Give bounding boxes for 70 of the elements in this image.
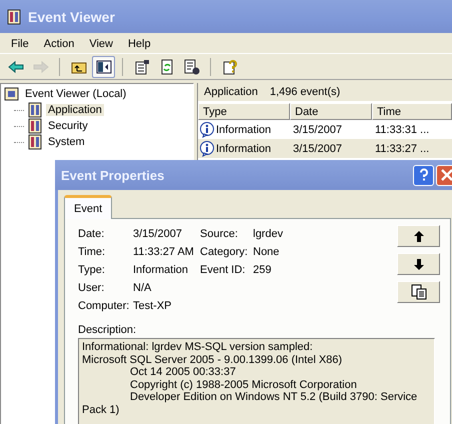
field-label: User: [78,282,106,294]
field-value: 3/15/2007 [133,228,183,240]
tab[interactable]: Event [64,195,112,219]
forward-arrow-icon [32,58,48,74]
next-button[interactable] [397,253,440,275]
menu-item[interactable]: View [81,38,120,50]
description-label: Description: [78,324,138,336]
table-cell-text: 3/15/2007 [292,142,343,154]
field-label: Source: [200,228,239,240]
menu-item[interactable]: File [3,38,36,50]
dialog-title: Event Properties [61,168,166,182]
copy-button[interactable] [397,281,440,303]
description-line: Microsoft SQL Server 2005 - 9.00.1399.06 (Intel X86) [82,354,344,366]
help-button[interactable] [413,164,434,186]
event-log-icon [27,118,43,134]
tree-item[interactable]: System [46,136,87,148]
table-cell: Information [216,124,272,136]
description-line: Oct 14 2005 00:33:37 [129,366,237,378]
field-label: Event ID: [200,264,246,276]
table-cell: Information [216,142,272,154]
copy-icon [410,284,426,300]
menu-item[interactable]: Help [120,38,158,50]
export-list-icon [184,58,200,74]
event-row[interactable]: Information 3/15/2007 11:33:31 ... [198,120,452,139]
up-arrow-icon [414,230,424,242]
column-header[interactable]: Time [372,103,452,120]
pane-toggle-icon [96,58,112,74]
description-box[interactable] [78,338,435,424]
column-header[interactable]: Type [198,103,290,120]
event-row[interactable]: Information 3/15/2007 11:33:27 ... [198,139,452,158]
field-value: N/A [133,282,152,294]
back-arrow-icon [8,58,24,74]
table-cell-text: 11:33:31 ... [374,124,430,136]
window-title: Event Viewer [28,8,115,24]
refresh-icon [158,58,174,74]
field-value: 259 [253,264,272,276]
description-line: Copyright (c) 1988-2005 Microsoft Corporation [129,378,358,391]
tree-item[interactable]: Event Viewer (Local) [23,88,128,100]
toolbar-button[interactable] [92,56,115,78]
properties-icon [134,58,150,74]
column-header[interactable]: Date [290,103,372,120]
event-log-icon [27,102,43,118]
previous-button[interactable] [397,225,440,247]
menu-item[interactable]: Action [36,38,82,50]
description-line: Developer Edition on Windows NT 5.2 (Build 3790: Service [129,391,418,404]
event-log-icon [27,134,43,150]
list-title: Application [204,86,258,98]
field-label: Type: [78,264,106,276]
description-line: Pack 1) [82,404,120,416]
field-label: Date: [78,228,106,240]
field-label: Computer: [78,300,130,312]
field-value: None [253,246,280,258]
field-value: Test-XP [133,300,173,312]
description-line: Informational: lgrdev MS-SQL version sampled: [82,341,314,354]
close-icon [440,168,452,182]
close-button[interactable] [436,164,452,186]
tree-item[interactable]: Security [46,120,90,132]
field-label: Category: [200,246,249,258]
table-cell-text: 11:33:27 ... [374,142,430,154]
field-value: Information [133,264,190,276]
event-log-icon [6,8,22,24]
table-cell-text: 3/15/2007 [292,124,343,136]
help-icon [222,58,238,74]
event-count: 1,496 event(s) [270,86,340,98]
tree-item[interactable]: Application [46,104,104,116]
field-label: Time: [78,246,106,258]
field-value: lgrdev [253,228,283,240]
down-arrow-icon [414,258,424,270]
field-value: 11:33:27 AM [133,246,195,258]
computer-log-icon [4,86,20,102]
